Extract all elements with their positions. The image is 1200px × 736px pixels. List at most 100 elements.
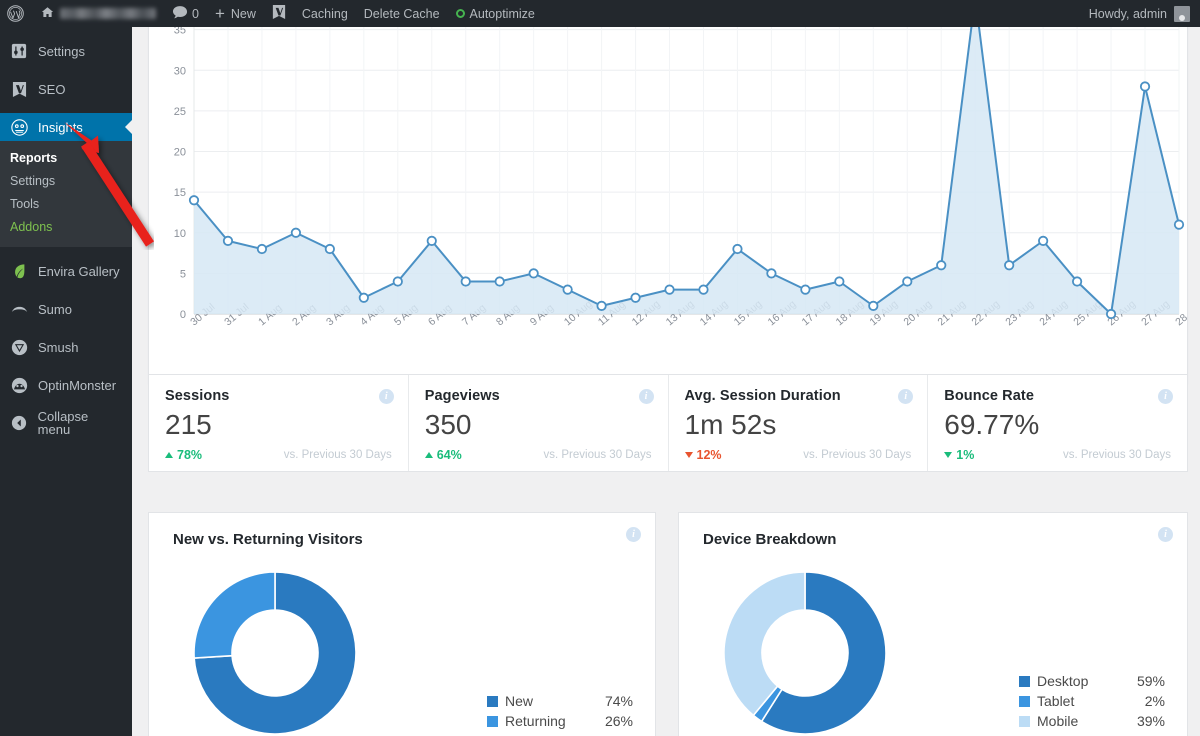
- legend-swatch: [1019, 695, 1030, 707]
- sidebar-item-label: Envira Gallery: [38, 263, 120, 279]
- sidebar-item-seo[interactable]: SEO: [0, 75, 132, 103]
- autoptimize-menu[interactable]: Autoptimize: [448, 0, 543, 27]
- my-account-menu[interactable]: Howdy, admin: [1088, 5, 1200, 22]
- new-content-menu[interactable]: + New: [207, 0, 264, 27]
- legend-swatch: [487, 715, 498, 727]
- device-breakdown-donut-chart[interactable]: [721, 569, 889, 736]
- active-menu-pointer-icon: [125, 119, 133, 135]
- collapse-menu-button[interactable]: Collapse menu: [0, 409, 132, 437]
- stat-comparison-label: vs. Previous 30 Days: [1062, 449, 1171, 462]
- sessions-over-time-chart-card: 0510152025303540 30 Jul31 Jul1 Aug2 Aug3…: [148, 27, 1188, 384]
- sidebar-spacer-top: [0, 27, 132, 37]
- chart-y-axis-labels: 0510152025303540: [174, 27, 186, 321]
- yoast-seo-icon: [272, 4, 286, 23]
- info-icon[interactable]: i: [378, 389, 394, 404]
- sidebar-item-sumo[interactable]: Sumo: [0, 295, 132, 323]
- legend-value: 74%: [604, 693, 633, 709]
- legend-label: New: [505, 693, 534, 709]
- admin-bar: 0 + New Caching Delete Cache Autoptimize…: [0, 0, 1200, 27]
- stat-change: 1%: [944, 448, 974, 462]
- submenu-item-reports[interactable]: Reports: [0, 147, 132, 170]
- sidebar-item-label: Sumo: [38, 301, 72, 317]
- new-vs-returning-donut-chart[interactable]: [191, 569, 359, 736]
- svg-text:0: 0: [180, 309, 186, 321]
- site-name-menu[interactable]: [32, 0, 164, 27]
- arrow-up-icon: [165, 452, 173, 459]
- chart-legend: Desktop 59% Tablet 2% Mobile 39%: [1019, 671, 1165, 731]
- legend-value: 26%: [604, 713, 633, 729]
- user-avatar-icon: [1174, 5, 1190, 22]
- new-vs-returning-visitors-card: New vs. Returning Visitors i New 74% Ret…: [148, 512, 656, 736]
- stat-footer: 1% vs. Previous 30 Days: [944, 448, 1171, 462]
- stat-value: 1m 52s: [684, 409, 777, 440]
- stat-change: 78%: [165, 448, 202, 462]
- sidebar-item-label: OptinMonster: [38, 377, 117, 393]
- svg-text:35: 35: [174, 27, 186, 37]
- legend-item: New 74%: [487, 691, 633, 711]
- stat-comparison-label: vs. Previous 30 Days: [803, 449, 912, 462]
- collapse-menu-label: Collapse menu: [37, 409, 89, 437]
- stat-card-sessions: Sessions 215 78% vs. Previous 30 Days i: [149, 375, 409, 471]
- sidebar-item-envira-gallery[interactable]: Envira Gallery: [0, 257, 132, 285]
- stat-comparison-label: vs. Previous 30 Days: [543, 449, 652, 462]
- optinmonster-icon: [9, 377, 29, 394]
- sessions-line-chart[interactable]: 0510152025303540 30 Jul31 Jul1 Aug2 Aug3…: [149, 27, 1187, 382]
- info-icon[interactable]: i: [1158, 389, 1173, 404]
- delete-cache-label: Delete Cache: [363, 6, 440, 21]
- comments-menu[interactable]: 0: [164, 0, 207, 27]
- stat-value: 350: [424, 409, 472, 440]
- legend-value: 59%: [1136, 673, 1165, 689]
- wordpress-logo-icon[interactable]: [0, 0, 32, 27]
- stat-change-value: 78%: [177, 448, 203, 463]
- legend-value: 2%: [1144, 693, 1165, 709]
- legend-item: Desktop 59%: [1019, 671, 1165, 691]
- comment-bubble-icon: [172, 5, 188, 23]
- legend-swatch: [487, 695, 498, 707]
- stat-change: 12%: [684, 448, 722, 463]
- autoptimize-label: Autoptimize: [469, 6, 535, 21]
- info-icon[interactable]: i: [1158, 527, 1173, 542]
- arrow-down-icon: [944, 452, 953, 459]
- home-icon: [40, 5, 55, 23]
- adminbar-seo-menu[interactable]: [264, 0, 294, 27]
- collapse-arrow-icon: [9, 415, 29, 431]
- svg-text:30: 30: [174, 65, 186, 77]
- submenu-item-addons[interactable]: Addons: [0, 216, 132, 239]
- monsterinsights-icon: [9, 118, 29, 136]
- card-title: New vs. Returning Visitors: [173, 531, 363, 548]
- device-breakdown-card: Device Breakdown i Desktop 59% Tablet 2%…: [678, 512, 1188, 736]
- stat-footer: 78% vs. Previous 30 Days: [165, 448, 392, 462]
- stat-title: Sessions: [165, 388, 230, 404]
- info-icon[interactable]: i: [626, 527, 641, 542]
- delete-cache-menu[interactable]: Delete Cache: [356, 0, 448, 27]
- envira-leaf-icon: [9, 263, 29, 279]
- stat-title: Pageviews: [424, 388, 500, 404]
- submenu-item-settings[interactable]: Settings: [0, 170, 132, 193]
- stat-change-value: 1%: [956, 448, 975, 463]
- caching-menu[interactable]: Caching: [294, 0, 356, 27]
- new-label: New: [230, 6, 256, 21]
- legend-label: Returning: [505, 713, 566, 729]
- stat-change-value: 12%: [696, 448, 722, 463]
- submenu-item-tools[interactable]: Tools: [0, 193, 132, 216]
- legend-item: Returning 26%: [487, 711, 633, 731]
- status-circle-icon: [455, 9, 465, 18]
- sidebar-item-label: Settings: [38, 43, 85, 59]
- svg-text:15: 15: [174, 187, 186, 199]
- sidebar-item-optinmonster[interactable]: OptinMonster: [0, 371, 132, 399]
- sidebar-item-label: Smush: [38, 339, 79, 355]
- info-icon[interactable]: i: [638, 389, 654, 404]
- legend-swatch: [1019, 675, 1030, 687]
- sidebar-item-settings[interactable]: Settings: [0, 37, 132, 65]
- sidebar-item-insights[interactable]: Insights: [0, 113, 133, 141]
- sidebar-item-label: SEO: [38, 81, 66, 97]
- sidebar-item-smush[interactable]: Smush: [0, 333, 132, 361]
- stat-card-avg-session-duration: Avg. Session Duration 1m 52s 12% vs. Pre…: [669, 375, 929, 471]
- legend-label: Mobile: [1037, 713, 1079, 729]
- stat-card-pageviews: Pageviews 350 64% vs. Previous 30 Days i: [409, 375, 669, 471]
- howdy-label: Howdy, admin: [1088, 6, 1167, 21]
